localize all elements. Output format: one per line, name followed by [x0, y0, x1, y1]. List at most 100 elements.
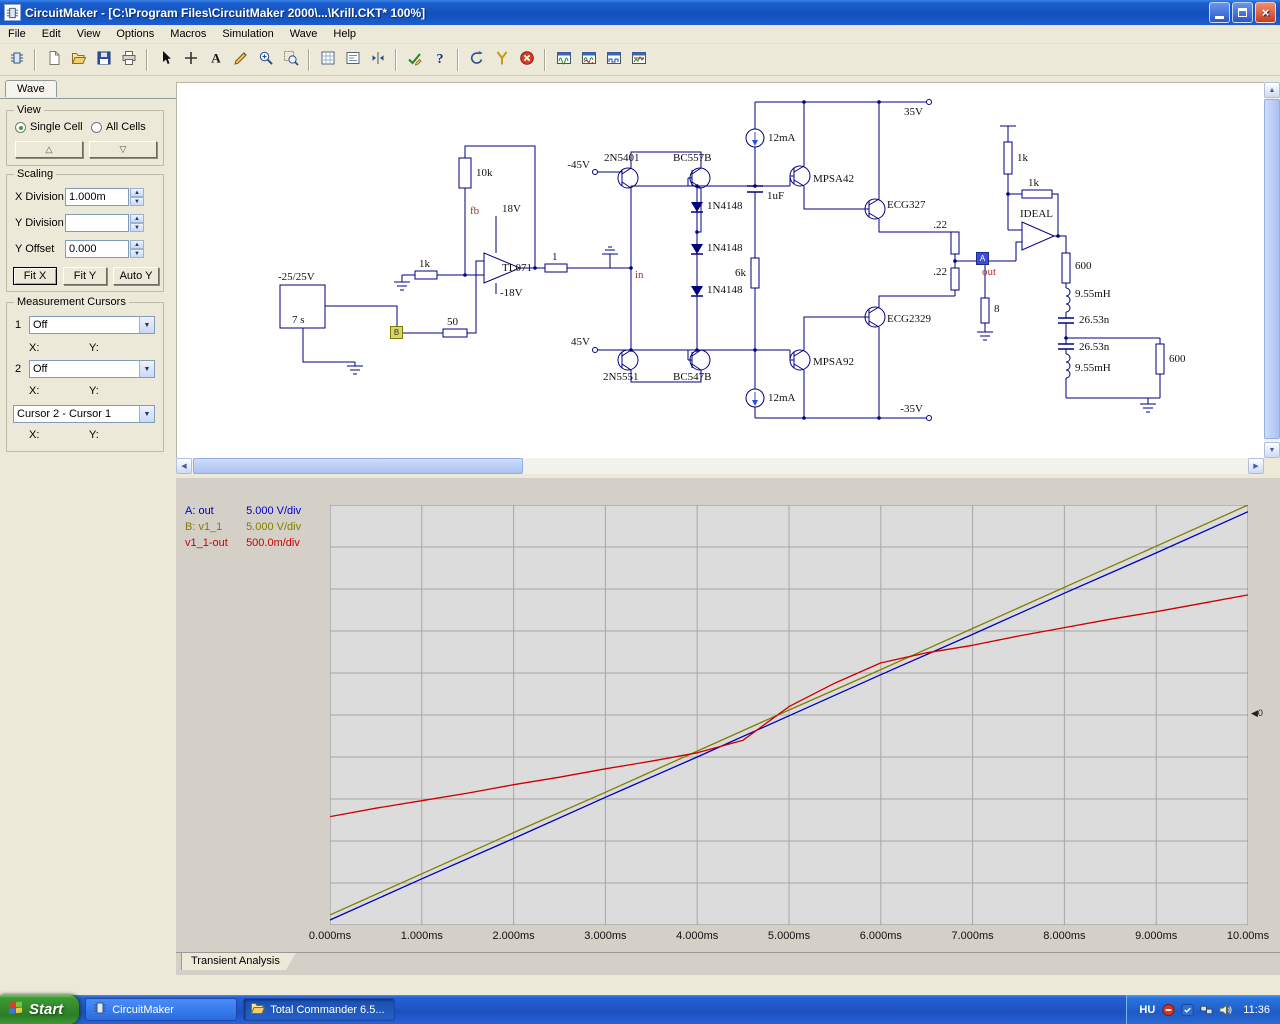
scroll-left-icon[interactable]: ◀ [176, 458, 192, 474]
schematic-canvas[interactable]: 10k fb 18V -18V 1k TL071 -25/25V 7 s 50 -45V 2N540… [176, 82, 1264, 458]
auto-y-button[interactable]: Auto Y [113, 267, 159, 285]
wave-mixed-button[interactable] [626, 47, 651, 72]
x-division-spinner[interactable]: ▲ ▼ [130, 188, 144, 206]
total-commander-task-icon [250, 1000, 266, 1019]
probe-b-marker[interactable]: B [390, 326, 403, 339]
cell-up-button[interactable]: △ [15, 141, 83, 158]
menu-options[interactable]: Options [108, 26, 162, 42]
volume-icon[interactable] [1218, 1002, 1233, 1017]
menu-macros[interactable]: Macros [162, 26, 214, 42]
zoom-area-button[interactable] [278, 47, 303, 72]
tray-red-icon[interactable] [1161, 1002, 1176, 1017]
component-button[interactable] [4, 47, 29, 72]
legend-trace-a[interactable]: A: out 5.000 V/div [185, 505, 301, 517]
cursor-diff-select[interactable]: Cursor 2 - Cursor 1 ▼ [13, 405, 155, 423]
minimize-button[interactable] [1209, 2, 1230, 23]
fit-y-button[interactable]: Fit Y [63, 267, 107, 285]
schematic-vertical-scrollbar[interactable]: ▲ ▼ [1264, 82, 1280, 458]
schematic-label: -45V [567, 159, 590, 171]
schematic-label: 9.55mH [1075, 288, 1111, 300]
probe-pen-button[interactable] [228, 47, 253, 72]
spinner-up-icon[interactable]: ▲ [130, 214, 144, 223]
cursor2-y-label: Y: [89, 385, 99, 397]
zoom-in-button[interactable] [253, 47, 278, 72]
cursor-button[interactable] [153, 47, 178, 72]
help-button[interactable]: ? [427, 47, 452, 72]
maximize-button[interactable] [1232, 2, 1253, 23]
sheet-grid-button[interactable] [315, 47, 340, 72]
cursor2-select[interactable]: Off ▼ [29, 360, 155, 378]
dropdown-arrow-icon[interactable]: ▼ [139, 361, 154, 377]
open-file-button[interactable] [66, 47, 91, 72]
fit-x-button[interactable]: Fit X [13, 267, 57, 285]
menu-file[interactable]: File [0, 26, 34, 42]
y-division-label: Y Division [15, 217, 64, 229]
sheet-view-button[interactable] [340, 47, 365, 72]
dropdown-arrow-icon[interactable]: ▼ [139, 406, 154, 422]
wire-button[interactable] [178, 47, 203, 72]
y-offset-spinner[interactable]: ▲ ▼ [130, 240, 144, 258]
new-file-button[interactable] [41, 47, 66, 72]
vertical-scroll-thumb[interactable] [1264, 99, 1280, 439]
y-division-input[interactable] [65, 214, 129, 232]
legend-trace-b[interactable]: B: v1_1 5.000 V/div [185, 521, 301, 533]
tab-transient-analysis[interactable]: Transient Analysis [181, 953, 296, 970]
task-circuitmaker[interactable]: CircuitMaker [85, 998, 238, 1021]
system-tray: HU 11:36 [1126, 995, 1280, 1024]
close-button[interactable]: × [1255, 2, 1276, 23]
spinner-down-icon[interactable]: ▼ [130, 223, 144, 232]
probe-a-marker[interactable]: A [976, 252, 989, 265]
menu-edit[interactable]: Edit [34, 26, 69, 42]
schematic-horizontal-scrollbar[interactable]: ◀ ▶ [176, 458, 1264, 474]
save-button[interactable] [91, 47, 116, 72]
menu-wave[interactable]: Wave [282, 26, 326, 42]
language-indicator[interactable]: HU [1139, 1004, 1155, 1016]
schematic-label: 600 [1075, 260, 1092, 272]
menu-bar: File Edit View Options Macros Simulation Wave H… [0, 25, 1280, 44]
reset-button[interactable] [464, 47, 489, 72]
start-button[interactable]: Start [0, 995, 80, 1024]
simulation-check-button[interactable] [402, 47, 427, 72]
split-view-button[interactable] [365, 47, 390, 72]
spinner-up-icon[interactable]: ▲ [130, 188, 144, 197]
schematic-label: 26.53n [1079, 341, 1110, 353]
horizontal-scroll-thumb[interactable] [193, 458, 523, 474]
spinner-down-icon[interactable]: ▼ [130, 249, 144, 258]
tray-screens-icon[interactable] [1199, 1002, 1214, 1017]
cell-down-button[interactable]: ▽ [89, 141, 157, 158]
scroll-down-icon[interactable]: ▼ [1264, 442, 1280, 458]
spinner-down-icon[interactable]: ▼ [130, 197, 144, 206]
x-division-input[interactable] [65, 188, 129, 206]
legend-trace-diff[interactable]: v1_1-out 500.0m/div [185, 537, 300, 549]
legend-trace-a-name: A: out [185, 505, 214, 517]
x-tick-label: 4.000ms [676, 930, 719, 942]
dropdown-arrow-icon[interactable]: ▼ [139, 317, 154, 333]
spinner-up-icon[interactable]: ▲ [130, 240, 144, 249]
scroll-up-icon[interactable]: ▲ [1264, 82, 1280, 98]
menu-view[interactable]: View [69, 26, 109, 42]
x-tick-label: 8.000ms [1043, 930, 1086, 942]
task-total-commander[interactable]: Total Commander 6.5... [243, 998, 396, 1021]
print-button[interactable] [116, 47, 141, 72]
wave-analog-button[interactable] [551, 47, 576, 72]
stop-simulation-button[interactable] [514, 47, 539, 72]
wave-multi-button[interactable] [576, 47, 601, 72]
scroll-right-icon[interactable]: ▶ [1248, 458, 1264, 474]
schematic-label: BC557B [673, 152, 712, 164]
probe-y-button[interactable] [489, 47, 514, 72]
tray-blue-icon[interactable] [1180, 1002, 1195, 1017]
wave-digital-button[interactable] [601, 47, 626, 72]
svg-text:A: A [211, 51, 221, 66]
y-division-spinner[interactable]: ▲ ▼ [130, 214, 144, 232]
y-offset-input[interactable] [65, 240, 129, 258]
cursor1-label: 1 [15, 319, 22, 331]
menu-simulation[interactable]: Simulation [214, 26, 281, 42]
text-button[interactable]: A [203, 47, 228, 72]
tab-wave[interactable]: Wave [5, 80, 57, 97]
waveform-plot[interactable] [330, 505, 1248, 925]
menu-help[interactable]: Help [325, 26, 364, 42]
radio-single-cell[interactable]: Single Cell [15, 121, 83, 133]
cursor1-select[interactable]: Off ▼ [29, 316, 155, 334]
x-tick-label: 9.000ms [1135, 930, 1178, 942]
radio-all-cells[interactable]: All Cells [91, 121, 146, 133]
